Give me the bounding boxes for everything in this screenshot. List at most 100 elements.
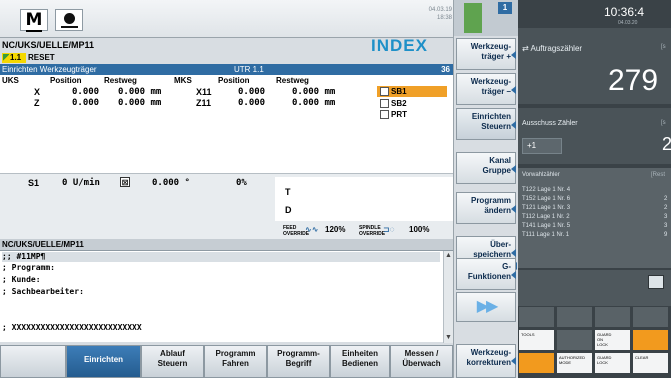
preset-row-name: T122 Lage 1 Nr. 4	[522, 187, 571, 193]
override-line: FEED OVERRIDE ∿∿ 120% SPINDLE OVERRIDE ⊐◌ …	[275, 223, 453, 237]
scroll-up-icon[interactable]: ▲	[444, 251, 453, 261]
preset-row: T121 Lage 1 Nr. 3 2	[522, 204, 671, 212]
function-tiles: TOOLS GUARD ON LOCK AUTHORIZED MODE GUAR…	[518, 306, 671, 378]
channel-path: NC/UKS/UELLE/MP11	[2, 40, 95, 50]
editor-line[interactable]: ; Sachbearbeiter:	[2, 287, 84, 297]
hsk-empty[interactable]	[0, 345, 66, 378]
preset-row: T111 Lage 1 Nr. 1 9	[522, 231, 671, 239]
vsk-kanal-gruppe[interactable]: Kanal Gruppe	[456, 152, 516, 184]
preset-row-name: T152 Lage 1 Nr. 6	[522, 196, 571, 202]
preset-row-name: T121 Lage 1 Nr. 3	[522, 205, 571, 211]
order-counter-unit: [s	[661, 44, 666, 50]
axis-mposition: 0.000	[238, 98, 266, 108]
reset-badge: 1.1	[2, 53, 26, 63]
tool-d: D	[285, 205, 292, 215]
vsk-programm-aendern[interactable]: Programm ändern	[456, 192, 516, 224]
preset-row-name: T111 Lage 1 Nr. 1	[522, 232, 570, 238]
spindle-override: 0%	[236, 178, 247, 188]
hmi-main-panel: M 04.03.19 18:38 NC/UKS/UELLE/MP11 INDEX…	[0, 0, 453, 378]
preset-row: T152 Lage 1 Nr. 6 2	[522, 195, 671, 203]
authorized-mode-tile[interactable]: AUTHORIZED MODE	[556, 352, 593, 374]
wave-icon: ∿∿	[305, 225, 319, 234]
vsk-werkzeugkorrekturen[interactable]: Werkzeug- korrekturen	[456, 344, 516, 378]
machine-icon[interactable]: M	[20, 9, 48, 32]
hsk-einheiten-bedienen[interactable]: Einheiten Bedienen	[330, 345, 390, 378]
preset-row-value: 3	[664, 214, 668, 220]
preset-counter-label: Vorwahlzähler	[522, 172, 560, 178]
spindle-angle: 0.000 °	[152, 178, 190, 188]
spindle-speed: 0 U/min	[62, 178, 100, 188]
preset-row: T141 Lage 1 Nr. 5 3	[522, 222, 671, 230]
spindle-override-value: 100%	[409, 225, 430, 234]
tool-t: T	[285, 187, 291, 197]
panel-header: Einrichten Werkzeugträger UTR 1.1 36	[0, 64, 453, 75]
tile-blank[interactable]	[556, 306, 593, 328]
reject-counter-unit: [s	[661, 120, 666, 126]
editor-line[interactable]: ; Programm:	[2, 263, 55, 273]
scroll-down-icon[interactable]: ▼	[444, 333, 453, 343]
axis-name: Z	[34, 98, 40, 108]
order-counter-text: Auftragszähler	[530, 44, 583, 53]
tile-blank[interactable]	[556, 329, 593, 351]
checkbox-icon[interactable]	[380, 87, 389, 96]
editor-scrollbar[interactable]: ▲ ▼	[443, 251, 453, 343]
hsk-ablauf-steuern[interactable]: Ablauf Steuern	[141, 345, 204, 378]
vsk-einrichten-steuern[interactable]: Einrichten Steuern	[456, 108, 516, 140]
next-page-icon[interactable]: ▶▶	[456, 292, 516, 322]
record-icon[interactable]	[55, 9, 83, 31]
program-editor[interactable]: ;; #11MP¶ ; Programm: ; Kunde: ; Sachbea…	[0, 250, 453, 343]
hsk-programm-begriff[interactable]: Programm- Begriff	[267, 345, 330, 378]
spindle-state-icon: ⊠	[120, 177, 130, 187]
hsk-programm-fahren[interactable]: Programm Fahren	[204, 345, 267, 378]
editor-line[interactable]: ; XXXXXXXXXXXXXXXXXXXXXXXXXXX	[2, 323, 142, 333]
option-label: SB2	[391, 99, 407, 108]
axis-restweg: 0.000 mm	[118, 87, 162, 97]
preset-row-value: 9	[664, 232, 668, 238]
checkbox-icon[interactable]	[380, 99, 389, 108]
reject-counter-value: 2	[662, 134, 671, 154]
preset-row: T112 Lage 1 Nr. 2 3	[522, 213, 671, 221]
preset-row-name: T112 Lage 1 Nr. 2	[522, 214, 570, 220]
tool-box: T D	[275, 177, 453, 221]
order-counter-label: ⇄ Auftragszähler	[522, 44, 583, 53]
tile-blank[interactable]	[594, 306, 631, 328]
vsk-werkzeugtraeger-plus[interactable]: Werkzeug- träger +	[456, 38, 516, 70]
option-sb2[interactable]: SB2	[377, 98, 447, 109]
option-prt[interactable]: PRT	[377, 109, 447, 120]
preset-row-value: 2	[664, 196, 668, 202]
option-sb1[interactable]: SB1	[377, 86, 447, 97]
guard-lock-tile[interactable]: GUARD LOCK	[594, 352, 631, 374]
editor-line[interactable]: ;; #11MP¶	[2, 252, 440, 262]
checkbox-icon[interactable]	[380, 110, 389, 119]
keyboard-icon[interactable]	[518, 352, 555, 374]
channel-indicator: 1	[454, 0, 518, 36]
reject-increment-button[interactable]: +1	[522, 138, 562, 154]
vsk-werkzeugtraeger-minus[interactable]: Werkzeug- träger –	[456, 73, 516, 105]
clear-tile[interactable]: CLEAR	[632, 352, 669, 374]
preset-row-name: T141 Lage 1 Nr. 5	[522, 223, 571, 229]
channel-number: 1	[498, 2, 512, 14]
tile-blank[interactable]	[518, 306, 555, 328]
small-clock: 04.03.19 18:38	[410, 6, 452, 22]
preset-row-value: 3	[664, 223, 668, 229]
reset-label: RESET	[28, 53, 55, 62]
editor-line[interactable]: ; Kunde:	[2, 275, 41, 285]
preset-counter-unit: [Rest	[651, 172, 666, 178]
tools-tile[interactable]: TOOLS	[518, 329, 555, 351]
spindle-icon: ⊐◌	[383, 225, 395, 234]
hsk-messen-ueberwach[interactable]: Messen / Überwach	[390, 345, 453, 378]
hsk-einrichten[interactable]: Einrichten	[66, 345, 141, 378]
tile-blank[interactable]	[632, 306, 669, 328]
reject-counter-label: Ausschuss Zähler	[522, 120, 578, 127]
axis-restweg: 0.000 mm	[118, 98, 162, 108]
axes-header-position: Position	[50, 76, 82, 85]
guard-on-lock-tile[interactable]: GUARD ON LOCK	[594, 329, 631, 351]
panel-title: Einrichten Werkzeugträger	[2, 65, 97, 74]
axis-mposition: 0.000	[238, 87, 266, 97]
home-icon[interactable]	[632, 329, 669, 351]
vsk-g-funktionen[interactable]: G- Funktionen	[456, 258, 516, 290]
axes-header-mrestweg: Restweg	[276, 76, 309, 85]
document-icon[interactable]	[648, 275, 664, 289]
preset-counter: Vorwahlzähler [Rest T122 Lage 1 Nr. 4 T1…	[518, 168, 671, 268]
axes-header-mks: MKS	[174, 76, 192, 85]
